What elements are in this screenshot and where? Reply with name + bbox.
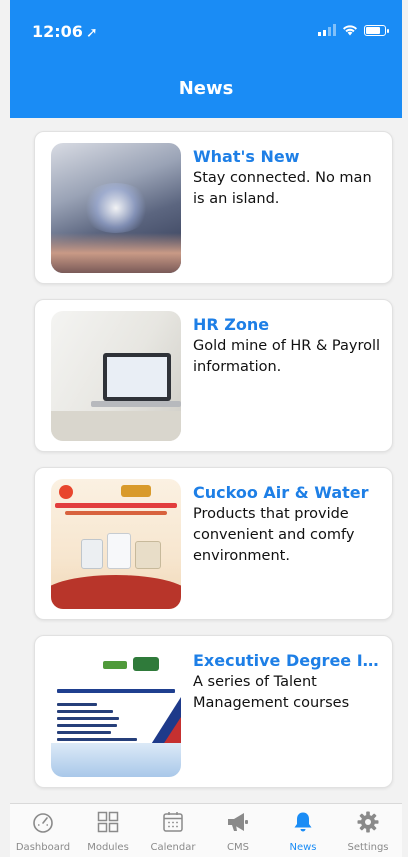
time-text: 12:06	[32, 22, 83, 41]
page-title: News	[178, 78, 234, 99]
grid-icon	[97, 811, 119, 833]
news-card-description: Gold mine of HR & Payroll information.	[193, 338, 381, 375]
tab-label: News	[289, 842, 317, 853]
news-card-title: Cuckoo Air & Water	[193, 483, 369, 502]
status-icons	[318, 24, 389, 36]
news-card-cuckoo[interactable]: Cuckoo Air & Water Products that provide…	[34, 467, 393, 620]
wifi-icon	[343, 25, 357, 36]
location-arrow-icon: ➚	[85, 25, 98, 41]
gear-icon	[357, 811, 379, 833]
tab-label: Settings	[347, 842, 389, 853]
chinese-new-year-promo-image	[51, 479, 181, 609]
tab-label: Dashboard	[15, 842, 71, 853]
tab-cms[interactable]: CMS	[205, 804, 271, 857]
status-bar: 12:06 ➚	[10, 0, 402, 60]
news-card-hr-zone[interactable]: HR Zone Gold mine of HR & Payroll inform…	[34, 299, 393, 452]
app-header: 12:06 ➚ News	[10, 0, 402, 118]
tab-label: CMS	[227, 842, 249, 853]
news-card-description: A series of Talent Management courses	[193, 674, 350, 711]
news-card-description: Products that provide convenient and com…	[193, 506, 355, 564]
bottom-tab-bar: Dashboard Modules Calendar CMS News Sett…	[10, 803, 402, 857]
news-card-title: What's New	[193, 147, 300, 166]
cellular-signal-icon	[318, 24, 336, 36]
executive-degree-poster-image	[51, 647, 181, 777]
tablet-hands-network-image	[51, 143, 181, 273]
tab-label: Modules	[87, 842, 129, 853]
news-card-whats-new[interactable]: What's New Stay connected. No man is an …	[34, 131, 393, 284]
tab-news[interactable]: News	[270, 804, 336, 857]
bell-icon	[294, 812, 312, 832]
status-time: 12:06 ➚	[32, 22, 98, 41]
battery-icon	[364, 24, 389, 36]
megaphone-icon	[228, 813, 248, 831]
tab-label: Calendar	[150, 842, 196, 853]
calendar-icon	[163, 812, 183, 832]
news-card-description: Stay connected. No man is an island.	[193, 170, 372, 207]
laptop-desk-image	[51, 311, 181, 441]
news-card-title: HR Zone	[193, 315, 270, 334]
news-card-title: Executive Degree In Talent Management	[193, 651, 385, 670]
news-card-executive-degree[interactable]: Executive Degree In Talent Management A …	[34, 635, 393, 788]
tab-calendar[interactable]: Calendar	[140, 804, 206, 857]
tab-settings[interactable]: Settings	[335, 804, 401, 857]
speedometer-icon	[33, 813, 53, 833]
tab-modules[interactable]: Modules	[75, 804, 141, 857]
tab-dashboard[interactable]: Dashboard	[10, 804, 76, 857]
